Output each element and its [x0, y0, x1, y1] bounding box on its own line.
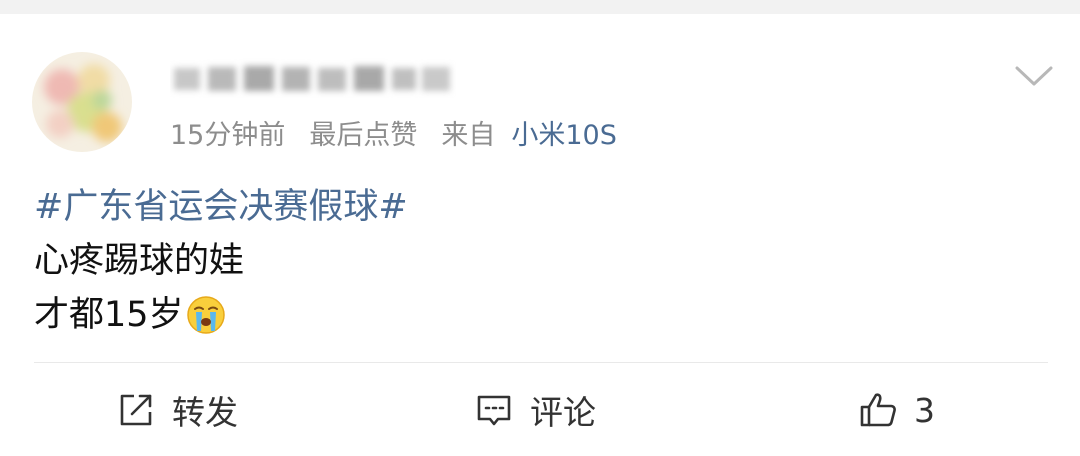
comment-button[interactable]: 评论	[474, 364, 596, 456]
crying-face-icon	[186, 295, 226, 335]
content-text-line-2: 心疼踢球的娃	[34, 241, 245, 281]
post-source-link[interactable]: 小米10S	[511, 113, 617, 152]
like-count: 3	[914, 390, 935, 430]
hashtag-link[interactable]: #广东省运会决赛假球#	[34, 180, 408, 234]
chevron-down-icon[interactable]	[1014, 62, 1054, 90]
top-separator-strip	[0, 0, 1080, 14]
comment-bubble-icon	[474, 390, 514, 430]
post-time: 15分钟前	[170, 119, 286, 151]
content-line-2: 心疼踢球的娃	[34, 234, 1044, 288]
thumbs-up-icon	[858, 390, 898, 430]
content-text-line-3: 才都15岁	[34, 295, 184, 335]
avatar[interactable]	[32, 52, 132, 152]
from-label: 来自	[441, 119, 496, 151]
repost-label: 转发	[172, 393, 238, 432]
username-blurred[interactable]	[170, 58, 456, 98]
content-line-3: 才都15岁	[34, 288, 1044, 342]
weibo-post-card: 15分钟前 最后点赞 来自 小米10S #广东省运会决赛假球# 心疼踢球的娃 才…	[0, 0, 1080, 456]
like-button[interactable]: 3	[858, 364, 935, 456]
content-line-hashtag: #广东省运会决赛假球#	[34, 180, 1044, 234]
content-divider	[34, 362, 1048, 363]
action-bar: 转发 评论 3	[0, 364, 1080, 456]
repost-button[interactable]: 转发	[116, 364, 238, 456]
post-content: #广东省运会决赛假球# 心疼踢球的娃 才都15岁	[34, 180, 1044, 342]
comment-label: 评论	[530, 393, 596, 432]
share-external-icon	[116, 390, 156, 430]
last-like-label: 最后点赞	[309, 119, 418, 151]
post-meta: 15分钟前 最后点赞 来自 小米10S	[170, 112, 617, 152]
